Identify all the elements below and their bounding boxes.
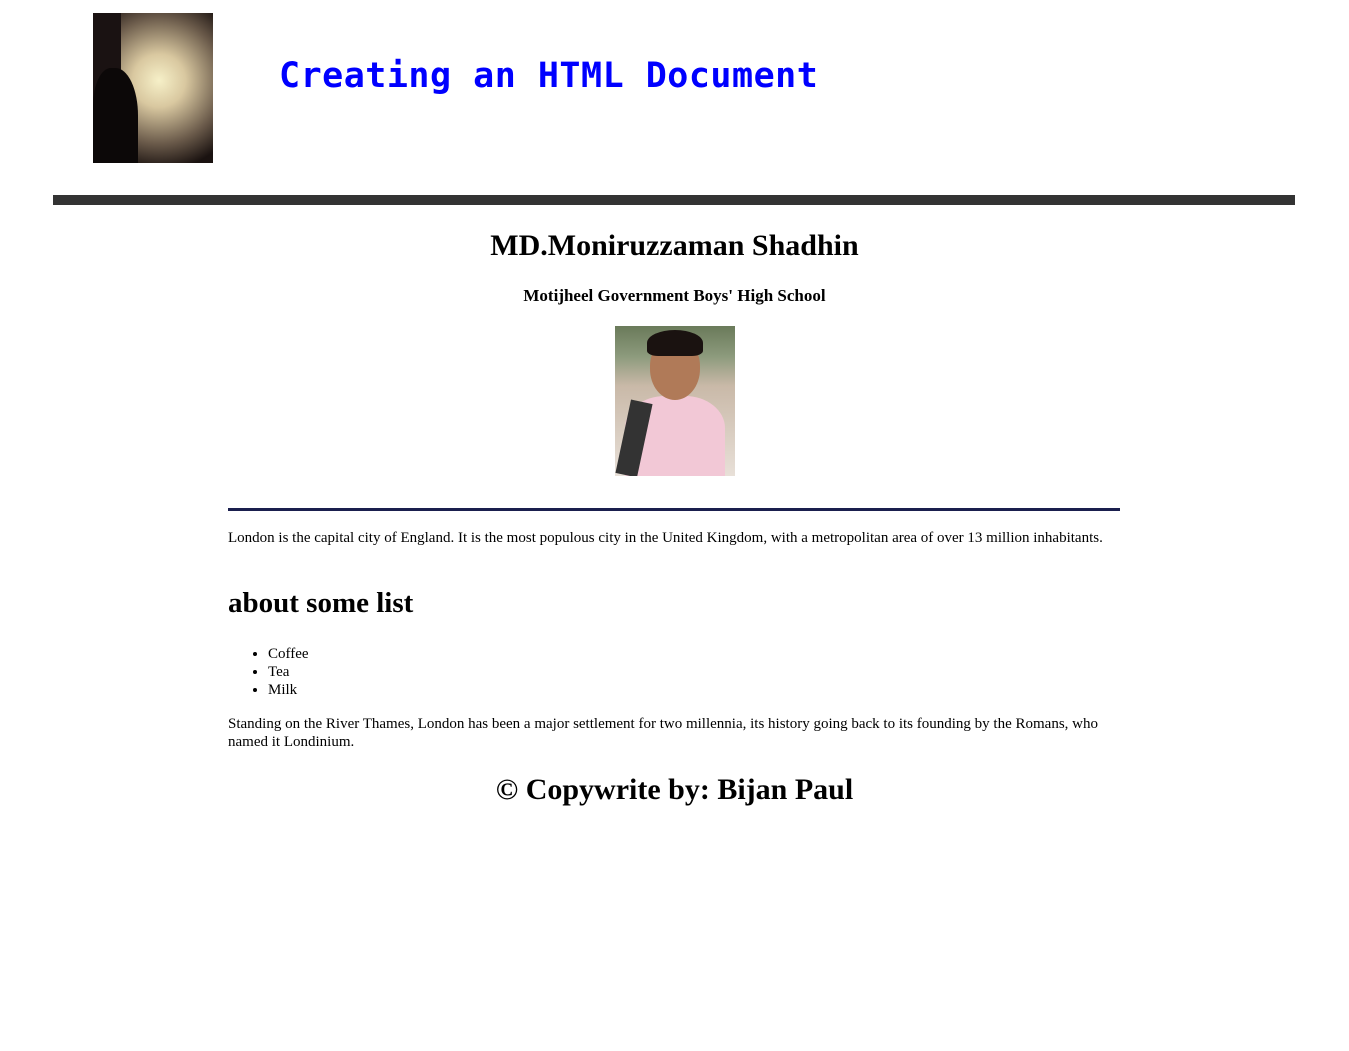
header-divider-bar [53, 195, 1295, 205]
list-item: Coffee [268, 645, 309, 663]
page-title: Creating an HTML Document [279, 56, 819, 96]
photo-hair-shape [647, 330, 703, 356]
profile-name: MD.Moniruzzaman Shadhin [490, 229, 859, 262]
profile-photo [615, 326, 735, 476]
intro-paragraph: London is the capital city of England. I… [228, 530, 1103, 546]
drinks-list: Coffee Tea Milk [228, 645, 309, 699]
content-divider [228, 508, 1120, 511]
list-item: Milk [268, 681, 309, 699]
footer-copyright: © Copywrite by: Bijan Paul [495, 773, 854, 806]
profile-school: Motijheel Government Boys' High School [523, 286, 826, 305]
history-paragraph: Standing on the River Thames, London has… [228, 716, 1099, 750]
list-heading: about some list [228, 587, 414, 619]
list-item: Tea [268, 663, 309, 681]
header-logo-image [93, 13, 213, 163]
logo-silhouette-shape [93, 68, 138, 163]
